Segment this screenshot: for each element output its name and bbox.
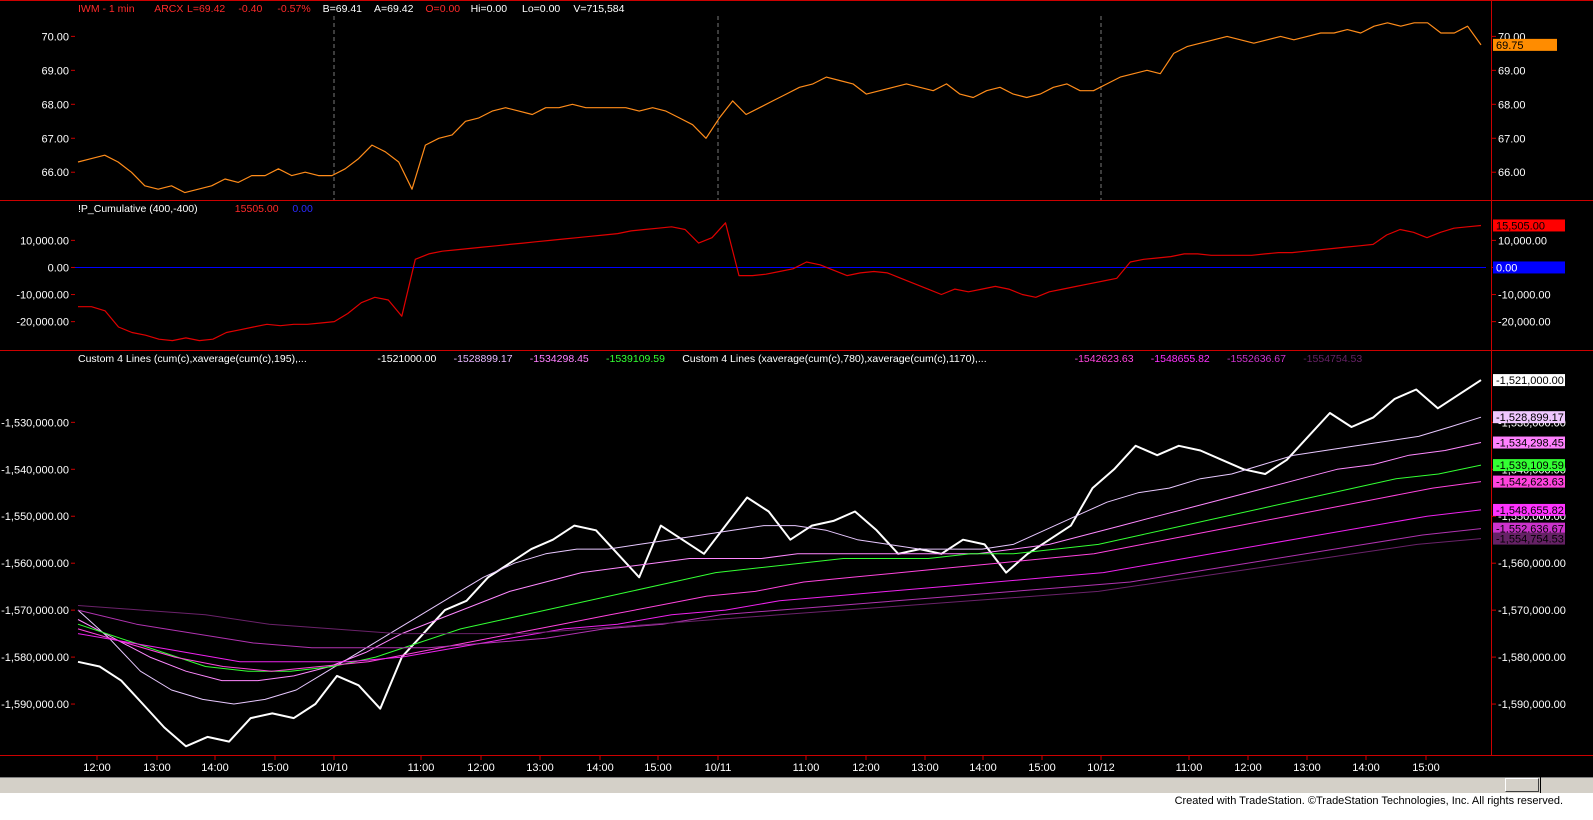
panel-header-item: -0.40 <box>238 3 262 15</box>
series-line-xavg1560 <box>77 528 1482 649</box>
x-tick-label: 14:00 <box>1352 762 1380 774</box>
y-tick-label-right: -1,590,000.00 <box>1498 699 1566 711</box>
series-line-cum-c- <box>77 379 1482 748</box>
panel-header-item: -1534298.45 <box>530 353 589 365</box>
y-tick-label-right: -10,000.00 <box>1498 290 1551 302</box>
x-tick-label: 15:00 <box>1028 762 1056 774</box>
panel-header-item: -1528899.17 <box>454 353 513 365</box>
panel-header-item: Custom 4 Lines (cum(c),xaverage(cum(c),1… <box>78 353 307 365</box>
x-tick-label: 12:00 <box>83 762 111 774</box>
y-tick-label-right: 67.00 <box>1498 133 1526 145</box>
panel-header-item: 15505.00 <box>235 203 279 215</box>
panel-header-item: V=715,584 <box>573 3 624 15</box>
panel-header-item: 0.00 <box>292 203 313 215</box>
panel-header-item: ARCX <box>154 3 183 15</box>
y-tick-label-right: -20,000.00 <box>1498 317 1551 329</box>
credit-text: Created with TradeStation. ©TradeStation… <box>1174 795 1563 807</box>
y-tick-label-left: 10,000.00 <box>20 235 69 247</box>
x-tick-label: 13:00 <box>911 762 939 774</box>
y-tick-label-left: 66.00 <box>41 167 69 179</box>
y-tick-label-right: 66.00 <box>1498 167 1526 179</box>
scrollbar-corner <box>1541 777 1593 794</box>
panel-header-item: Lo=0.00 <box>522 3 560 15</box>
panel-header-item: Hi=0.00 <box>471 3 508 15</box>
footer: Created with TradeStation. ©TradeStation… <box>0 793 1593 820</box>
x-tick-label: 11:00 <box>408 762 435 774</box>
y-tick-label-right: -1,570,000.00 <box>1498 605 1566 617</box>
x-tick-label: 10/10 <box>320 762 348 774</box>
y-tick-label-left: 70.00 <box>41 31 69 43</box>
x-tick-label: 12:00 <box>467 762 495 774</box>
x-tick-label: 12:00 <box>852 762 880 774</box>
x-tick-label: 10/12 <box>1087 762 1115 774</box>
last-value-label: -1,539,109.59 <box>1496 460 1564 472</box>
y-tick-label-left: -1,570,000.00 <box>1 605 69 617</box>
y-tick-label-left: -1,560,000.00 <box>1 558 69 570</box>
x-tick-label: 11:00 <box>793 762 820 774</box>
last-value-label: -1,554,754.53 <box>1496 534 1564 546</box>
y-tick-label-left: -1,580,000.00 <box>1 652 69 664</box>
panel-header-item: -1521000.00 <box>377 353 436 365</box>
y-tick-label-left: 67.00 <box>41 133 69 145</box>
series-line-xavg585 <box>77 464 1482 672</box>
panel-header-item: Custom 4 Lines (xaverage(cum(c),780),xav… <box>682 353 986 365</box>
last-value-label: -1,528,899.17 <box>1496 412 1564 424</box>
series-line--p-cumulative <box>78 222 1482 342</box>
y-tick-label-right: 68.00 <box>1498 99 1526 111</box>
panel-header-item: -1548655.82 <box>1151 353 1210 365</box>
y-tick-label-left: -20,000.00 <box>16 317 69 329</box>
x-tick-label: 13:00 <box>143 762 171 774</box>
last-value-label: -1,534,298.45 <box>1496 438 1564 450</box>
series-line-xavg390 <box>77 442 1482 682</box>
last-value-label: 0.00 <box>1496 262 1517 274</box>
last-value-label: -1,548,655.82 <box>1496 505 1564 517</box>
series-line-xavg195 <box>77 416 1482 705</box>
y-tick-label-left: -10,000.00 <box>16 290 69 302</box>
y-tick-label-left: -1,590,000.00 <box>1 699 69 711</box>
y-tick-label-right: -1,580,000.00 <box>1498 652 1566 664</box>
panel-header-item: -0.57% <box>277 3 310 15</box>
series-line-iwm <box>77 22 1482 194</box>
y-tick-label-left: 68.00 <box>41 99 69 111</box>
scrollbar-thumb[interactable] <box>1505 778 1539 792</box>
panel-header-item: B=69.41 <box>323 3 363 15</box>
panel-header-item: IWM - 1 min <box>78 3 135 15</box>
x-tick-label: 14:00 <box>201 762 229 774</box>
last-value-label: -1,521,000.00 <box>1496 375 1564 387</box>
y-tick-label-left: 69.00 <box>41 65 69 77</box>
panel-header-item: -1552636.67 <box>1227 353 1286 365</box>
x-tick-label: 12:00 <box>1234 762 1262 774</box>
y-tick-label-left: -1,530,000.00 <box>1 417 69 429</box>
y-tick-label-right: 69.00 <box>1498 65 1526 77</box>
series-line-xavg780 <box>77 481 1482 672</box>
y-tick-label-right: -1,560,000.00 <box>1498 558 1566 570</box>
horizontal-scrollbar[interactable] <box>0 777 1540 794</box>
last-value-label: 15,505.00 <box>1496 220 1545 232</box>
panel-header-item: -1554754.53 <box>1303 353 1362 365</box>
panel-header-item: O=0.00 <box>425 3 460 15</box>
last-value-label: 69.75 <box>1496 40 1524 52</box>
x-tick-label: 13:00 <box>1293 762 1321 774</box>
series-line-xavg1170 <box>77 509 1482 663</box>
last-value-label: -1,542,623.63 <box>1496 477 1564 489</box>
y-tick-label-left: 0.00 <box>48 262 69 274</box>
panel-header-item: -1539109.59 <box>606 353 665 365</box>
x-tick-label: 14:00 <box>969 762 997 774</box>
x-tick-label: 10/11 <box>705 762 732 774</box>
panel-header-item: -1542623.63 <box>1075 353 1134 365</box>
x-tick-label: 11:00 <box>1176 762 1203 774</box>
y-tick-label-left: -1,550,000.00 <box>1 511 69 523</box>
chart-canvas: IWM - 1 min ARCX L=69.42 -0.40 -0.57% B=69.41… <box>0 0 1593 774</box>
series-line-xavg1950 <box>77 538 1482 635</box>
y-tick-label-left: -1,540,000.00 <box>1 464 69 476</box>
y-tick-label-right: 10,000.00 <box>1498 235 1547 247</box>
panel-header-item: L=69.42 <box>187 3 225 15</box>
x-tick-label: 15:00 <box>1412 762 1440 774</box>
x-tick-label: 15:00 <box>261 762 289 774</box>
x-tick-label: 13:00 <box>526 762 554 774</box>
panel-header-item: A=69.42 <box>374 3 414 15</box>
x-tick-label: 14:00 <box>586 762 614 774</box>
panel-header-item: !P_Cumulative (400,-400) <box>78 203 198 215</box>
x-tick-label: 15:00 <box>644 762 672 774</box>
